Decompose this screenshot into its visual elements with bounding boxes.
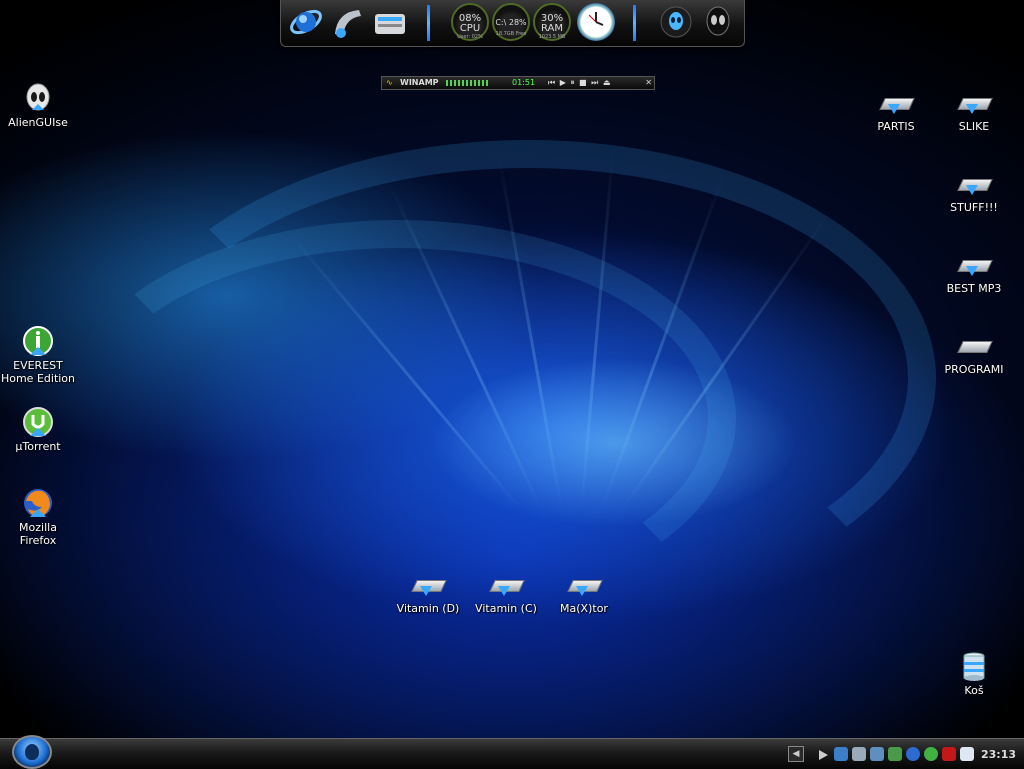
disk-sub: 18,7GB Free [495,31,527,37]
ram-gauge: 30% RAM 1023.5 MB [533,3,571,41]
drive-shortcut-icon [957,254,993,278]
desktop-icon-stuff[interactable]: STUFF!!! [936,169,1012,214]
utorrent-icon [22,406,54,438]
system-icon[interactable] [371,4,409,40]
messenger-icon[interactable] [924,747,938,761]
firefox-icon [22,487,54,519]
network-icon[interactable] [834,747,848,761]
icon-label: STUFF!!! [950,201,998,214]
winamp-player: ∿ WINAMP 01:51 ⏮ ▶ ⏸ ■ ⏭ ⏏ ✕ [381,76,655,90]
drive-shortcut-icon [957,173,993,197]
cpu-sub: User: 02% [457,34,483,40]
desktop-icon-utorrent[interactable]: µTorrent [0,406,76,453]
icon-label: µTorrent [15,440,61,453]
drive-icon [567,574,603,598]
winamp-controls[interactable]: ⏮ ▶ ⏸ ■ ⏭ ⏏ [548,77,611,89]
disk-gauge: C:\ 28% 18,7GB Free [492,3,530,41]
icon-label: PARTIS [877,120,915,133]
start-button[interactable] [12,735,52,769]
taskbar: ◀ 23:13 [0,735,1024,769]
drive-shortcut-icon [957,92,993,116]
pause-icon[interactable]: ⏸ [570,78,575,87]
system-tray: ◀ 23:13 [788,742,1024,766]
winamp-time: 01:51 [512,78,536,87]
monitor-icon[interactable] [852,747,866,761]
internet-explorer-icon[interactable] [287,4,325,40]
alien-head-icon [25,744,39,760]
icon-label: Vitamin (D) [396,602,460,615]
desktop-background: 08% CPU User: 02% C:\ 28% 18,7GB Free 30… [0,0,1024,738]
stop-icon[interactable]: ■ [579,78,588,87]
desktop-icon-firefox[interactable]: Mozilla Firefox [0,487,76,547]
top-dock: 08% CPU User: 02% C:\ 28% 18,7GB Free 30… [280,0,745,47]
wifi-icon[interactable] [906,747,920,761]
play-icon[interactable]: ▶ [560,78,567,87]
desktop-icon-vitamin-c[interactable]: Vitamin (C) [468,570,544,615]
desktop-icon-partis[interactable]: PARTIS [858,88,934,133]
icon-label: Koš [964,684,984,697]
desktop-icon-programi[interactable]: PROGRAMI [936,331,1012,376]
desktop-icon-best-mp3[interactable]: BEST MP3 [936,250,1012,295]
music-icon[interactable] [329,4,367,40]
shield-icon[interactable] [888,747,902,761]
drive-shortcut-icon [879,92,915,116]
analog-clock-icon [577,3,615,41]
icon-label: Vitamin (C) [475,602,537,615]
desktop-icon-vitamin-d[interactable]: Vitamin (D) [390,570,466,615]
everest-icon [22,325,54,357]
previous-icon[interactable]: ⏮ [548,78,556,87]
next-icon[interactable]: ⏭ [591,78,599,87]
recycle-bin-icon [958,650,990,682]
icon-label: SLIKE [958,120,990,133]
disk-percent: C:\ 28% [495,18,527,27]
winamp-logo-icon: ∿ [386,78,393,87]
close-icon[interactable]: ✕ [645,77,652,89]
alien-head-icon[interactable] [699,4,737,40]
winamp-title: WINAMP [400,78,439,87]
desktop-icon-maxtor[interactable]: Ma(X)tor [546,570,622,615]
icon-label: BEST MP3 [946,282,1002,295]
cpu-label: CPU [459,23,481,34]
ram-label: RAM [540,23,563,34]
desktop-icon-slike[interactable]: SLIKE [936,88,1012,133]
desktop-icon-alienguise[interactable]: AlienGUIse [0,82,76,129]
speaker-icon[interactable] [870,747,884,761]
eject-icon[interactable]: ⏏ [603,78,612,87]
icon-label: Mozilla Firefox [19,521,57,547]
alienware-orb-icon[interactable] [657,4,695,40]
ati-icon[interactable] [942,747,956,761]
dock-separator [427,5,430,41]
icon-label: EVEREST Home Edition [0,359,76,385]
play-icon[interactable] [816,747,830,761]
drive-icon [489,574,525,598]
tray-expand-icon[interactable]: ◀ [788,746,804,762]
icon-label: PROGRAMI [944,363,1004,376]
icon-label: Ma(X)tor [560,602,608,615]
winamp-visualizer [446,80,490,86]
icon-label: AlienGUIse [8,116,68,129]
drive-icon [411,574,447,598]
drive-shortcut-icon [957,335,993,359]
taskbar-clock[interactable]: 23:13 [981,748,1016,761]
dock-separator [633,5,636,41]
desktop-icon-recycle-bin[interactable]: Koš [936,650,1012,697]
mail-icon[interactable] [960,747,974,761]
ram-sub: 1023.5 MB [538,34,566,40]
cpu-gauge: 08% CPU User: 02% [451,3,489,41]
desktop-icon-everest[interactable]: EVEREST Home Edition [0,325,76,385]
alien-head-icon [22,82,54,114]
light-swirl [60,220,736,616]
